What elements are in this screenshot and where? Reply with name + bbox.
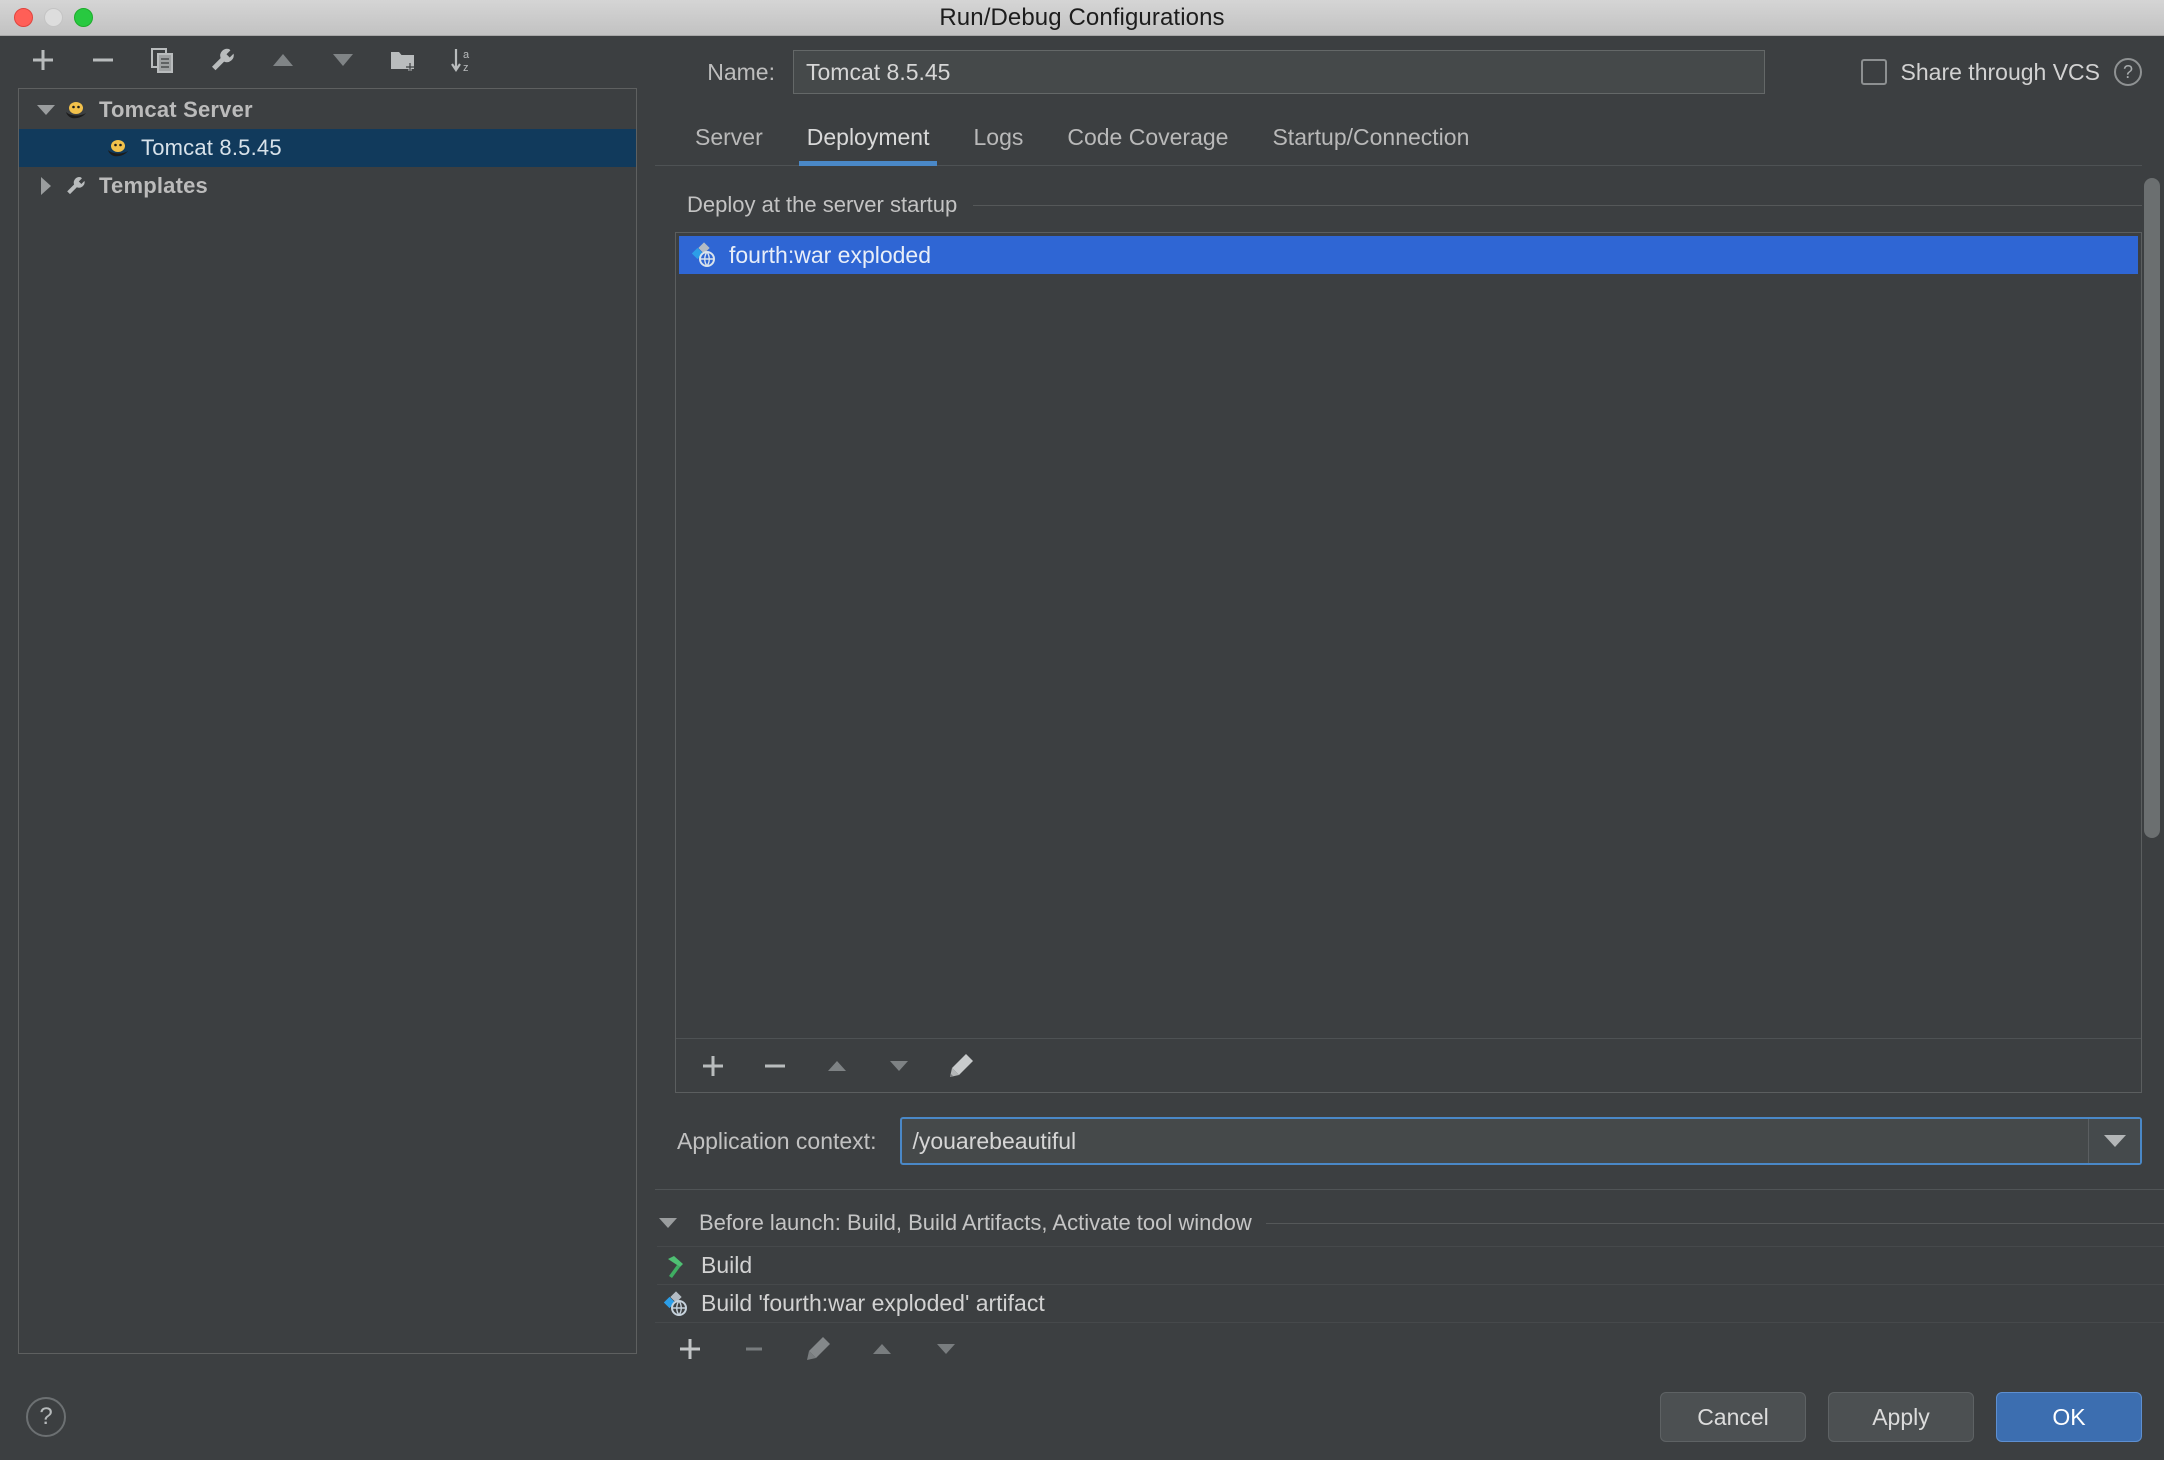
vcs-help-icon[interactable]: ?: [2114, 58, 2142, 86]
deploy-group-header: Deploy at the server startup: [687, 192, 2142, 218]
wrench-icon: [63, 173, 89, 199]
run-debug-configurations-dialog: Run/Debug Configurations a z Tomcat Serv…: [0, 0, 2164, 1460]
before-launch-toolbar: [655, 1322, 2164, 1374]
add-configuration-button[interactable]: [26, 43, 60, 77]
vertical-scrollbar[interactable]: [2144, 178, 2160, 838]
divider: [1265, 1222, 2164, 1224]
edit-before-launch-task-button[interactable]: [801, 1332, 835, 1366]
name-input[interactable]: [793, 50, 1765, 94]
deployment-artifacts-list[interactable]: fourth:war exploded: [676, 233, 2141, 1038]
move-task-down-button[interactable]: [929, 1332, 963, 1366]
before-launch-title: Before launch: Build, Build Artifacts, A…: [699, 1210, 1252, 1235]
application-context-row: Application context:: [673, 1093, 2142, 1189]
dialog-footer: ? Cancel Apply OK: [0, 1374, 2164, 1460]
before-launch-section: Before launch: Build, Build Artifacts, A…: [655, 1189, 2164, 1374]
before-launch-header[interactable]: Before launch: Build, Build Artifacts, A…: [657, 1210, 2164, 1236]
tab-code-coverage[interactable]: Code Coverage: [1045, 124, 1250, 165]
remove-artifact-button[interactable]: [758, 1049, 792, 1083]
configuration-editor-panel: Name: Share through VCS ? Server Deploym…: [655, 36, 2164, 1374]
title-bar: Run/Debug Configurations: [0, 0, 2164, 36]
list-item[interactable]: fourth:war exploded: [679, 236, 2138, 274]
tree-item-label: Templates: [99, 173, 208, 198]
configurations-tree[interactable]: Tomcat Server Tomcat 8.5.45 Templates: [18, 88, 637, 1354]
move-into-folder-button[interactable]: [386, 43, 420, 77]
chevron-down-icon[interactable]: [657, 1212, 679, 1234]
tab-logs[interactable]: Logs: [951, 124, 1045, 165]
dialog-body: a z Tomcat Server Tomcat 8.5.45 Template…: [0, 36, 2164, 1374]
deployment-tab-content: Deploy at the server startup fourth:war …: [655, 166, 2164, 1189]
tree-item-tomcat-server[interactable]: Tomcat Server: [19, 91, 636, 129]
configurations-toolbar: a z: [0, 36, 655, 84]
edit-templates-wrench-icon[interactable]: [206, 43, 240, 77]
scrollbar-thumb[interactable]: [2144, 178, 2160, 838]
tomcat-icon: [63, 97, 89, 123]
move-down-button[interactable]: [326, 43, 360, 77]
tree-item-templates[interactable]: Templates: [19, 167, 636, 205]
before-launch-task-list[interactable]: Build Build 'fourth:war exploded' artifa…: [655, 1246, 2164, 1322]
chevron-down-icon[interactable]: [2088, 1119, 2140, 1163]
name-label: Name:: [707, 58, 775, 85]
tab-deployment[interactable]: Deployment: [785, 124, 952, 166]
divider: [973, 204, 2142, 206]
remove-configuration-button[interactable]: [86, 43, 120, 77]
copy-configuration-button[interactable]: [146, 43, 180, 77]
tree-item-tomcat-8-5-45[interactable]: Tomcat 8.5.45: [19, 129, 636, 167]
deploy-group-title: Deploy at the server startup: [687, 192, 958, 217]
chevron-right-icon[interactable]: [35, 175, 57, 197]
move-up-button[interactable]: [266, 43, 300, 77]
remove-before-launch-task-button[interactable]: [737, 1332, 771, 1366]
share-through-vcs-checkbox[interactable]: [1860, 59, 1887, 85]
sort-configurations-button[interactable]: a z: [446, 43, 480, 77]
application-context-label: Application context:: [677, 1127, 877, 1154]
artifact-icon: [691, 242, 717, 268]
name-row: Name: Share through VCS ?: [655, 36, 2164, 108]
list-item-label: fourth:war exploded: [729, 241, 932, 268]
hammer-icon: [663, 1253, 689, 1279]
ok-button[interactable]: OK: [1996, 1392, 2142, 1442]
svg-text:a: a: [463, 49, 470, 61]
move-artifact-up-button[interactable]: [820, 1049, 854, 1083]
list-item-label: Build: [701, 1252, 753, 1278]
dialog-buttons: Cancel Apply OK: [1660, 1392, 2142, 1442]
editor-tabs: Server Deployment Logs Code Coverage Sta…: [655, 108, 2142, 166]
application-context-input[interactable]: [902, 1119, 2088, 1163]
artifact-icon: [663, 1290, 689, 1317]
svg-text:z: z: [463, 62, 469, 74]
move-artifact-down-button[interactable]: [882, 1049, 916, 1083]
tab-server[interactable]: Server: [673, 124, 785, 165]
deployment-artifacts-box: fourth:war exploded: [675, 232, 2142, 1093]
help-button[interactable]: ?: [26, 1397, 66, 1437]
share-through-vcs-group: Share through VCS ?: [1860, 58, 2164, 86]
add-artifact-button[interactable]: [696, 1049, 730, 1083]
deployment-list-toolbar: [676, 1038, 2141, 1092]
tab-startup-connection[interactable]: Startup/Connection: [1250, 124, 1491, 165]
edit-artifact-button[interactable]: [944, 1049, 978, 1083]
chevron-down-icon[interactable]: [35, 99, 57, 121]
tomcat-icon: [105, 135, 131, 161]
move-task-up-button[interactable]: [865, 1332, 899, 1366]
tree-item-label: Tomcat Server: [99, 97, 253, 122]
list-item-label: Build 'fourth:war exploded' artifact: [701, 1290, 1045, 1316]
cancel-button[interactable]: Cancel: [1660, 1392, 1806, 1442]
apply-button[interactable]: Apply: [1828, 1392, 1974, 1442]
application-context-combobox[interactable]: [900, 1117, 2142, 1165]
list-item[interactable]: Build 'fourth:war exploded' artifact: [657, 1284, 2164, 1322]
share-through-vcs-label: Share through VCS: [1900, 58, 2100, 85]
add-before-launch-task-button[interactable]: [673, 1332, 707, 1366]
configurations-panel: a z Tomcat Server Tomcat 8.5.45 Template…: [0, 36, 655, 1374]
list-item[interactable]: Build: [657, 1246, 2164, 1284]
tree-item-label: Tomcat 8.5.45: [141, 135, 282, 160]
window-title: Run/Debug Configurations: [939, 3, 1225, 31]
